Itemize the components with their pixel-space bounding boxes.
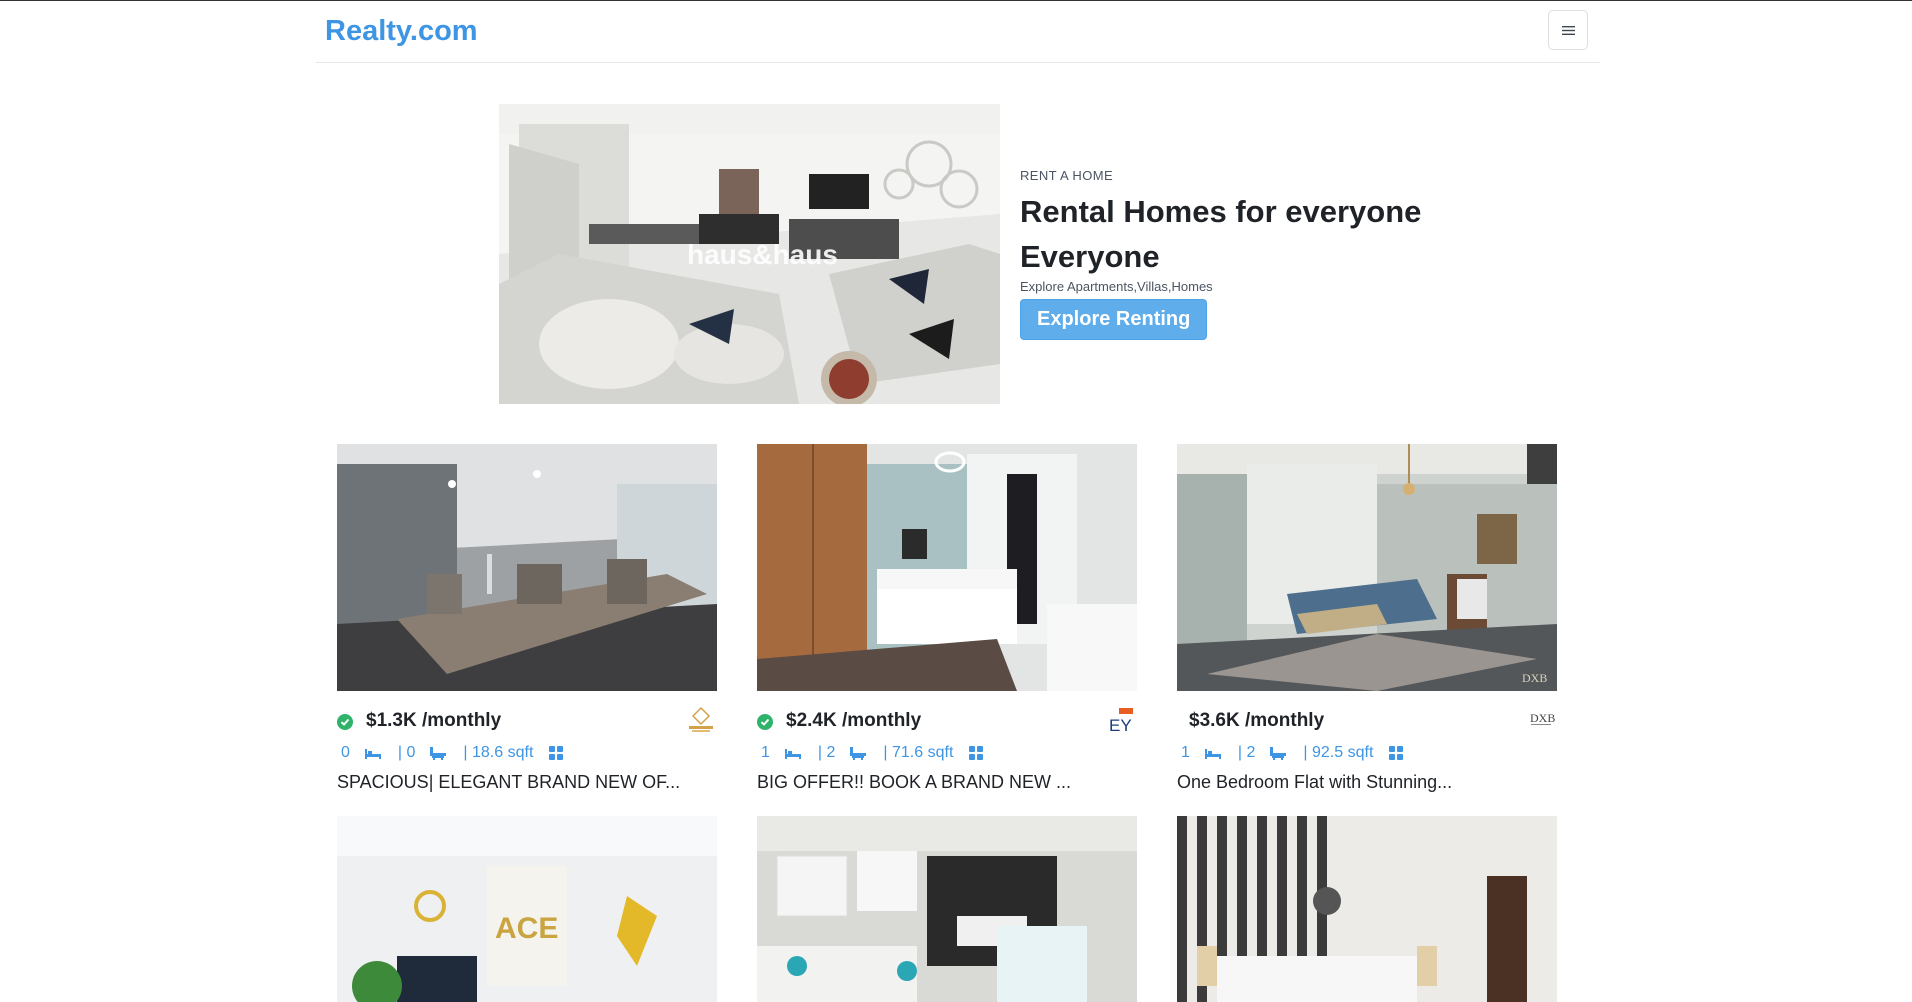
listing-photo[interactable] <box>757 444 1137 691</box>
area-grid-icon <box>549 746 564 760</box>
listing-card[interactable]: $2.4K /monthly EY 1 | 2 | 71.6 sqft BIG … <box>757 444 1137 793</box>
bath-icon <box>850 747 867 760</box>
price-row: $2.4K /monthly EY <box>757 708 1137 734</box>
bedrooms-count: 0 <box>341 744 350 761</box>
svg-text:DXB: DXB <box>1530 711 1555 725</box>
area-size: | 92.5 sqft <box>1303 744 1374 761</box>
bathrooms-count: | 2 <box>817 744 836 761</box>
svg-text:DXB: DXB <box>1522 671 1547 685</box>
bathrooms-count: | 2 <box>1237 744 1256 761</box>
listing-specs: 1 | 2 | 92.5 sqft <box>1177 743 1557 763</box>
listing-photo[interactable] <box>1177 816 1557 1002</box>
area-grid-icon <box>1389 746 1404 760</box>
bedrooms-count: 1 <box>1181 744 1190 761</box>
listing-price: $3.6K /monthly <box>1189 710 1325 731</box>
hero-title: Rental Homes for everyone Everyone <box>1020 189 1440 279</box>
listing-title[interactable]: BIG OFFER!! BOOK A BRAND NEW ... <box>757 772 1137 793</box>
listing-photo[interactable]: ACE <box>337 816 717 1002</box>
menu-toggle-button[interactable] <box>1548 10 1588 50</box>
bedrooms-count: 1 <box>761 744 770 761</box>
brand-logo[interactable]: Realty.com <box>325 15 478 48</box>
listing-title[interactable]: One Bedroom Flat with Stunning... <box>1177 772 1557 793</box>
price-row: $1.3K /monthly <box>337 706 717 734</box>
bathrooms-count: | 0 <box>397 744 416 761</box>
listing-price: $2.4K /monthly <box>786 710 922 731</box>
bath-icon <box>430 747 447 760</box>
svg-text:EY: EY <box>1109 716 1132 734</box>
hero-subtitle: Explore Apartments,Villas,Homes <box>1020 279 1213 294</box>
price-row: $3.6K /monthly DXB <box>1177 710 1557 734</box>
area-size: | 71.6 sqft <box>883 744 954 761</box>
hamburger-menu-icon <box>1561 25 1575 35</box>
area-size: | 18.6 sqft <box>463 744 534 761</box>
agent-logo-icon <box>689 706 713 732</box>
hero-eyebrow: RENT A HOME <box>1020 168 1114 183</box>
verified-check-icon <box>337 714 353 730</box>
hero-text-block: RENT A HOME Rental Homes for everyone Ev… <box>1020 168 1440 340</box>
listing-specs: 0 | 0 | 18.6 sqft <box>337 743 717 763</box>
explore-renting-button[interactable]: Explore Renting <box>1020 299 1208 340</box>
listing-title[interactable]: SPACIOUS| ELEGANT BRAND NEW OF... <box>337 772 717 793</box>
listing-photo[interactable]: DXB <box>1177 444 1557 691</box>
bath-icon <box>1270 747 1287 760</box>
hero-title-line1: Rental Homes for everyone <box>1020 194 1422 229</box>
listing-price: $1.3K /monthly <box>366 710 502 731</box>
listing-card[interactable]: DXB $3.6K /monthly DXB 1 | 2 | 92.5 sqft… <box>1177 444 1557 793</box>
navbar: Realty.com <box>316 1 1600 63</box>
bed-icon <box>364 749 381 759</box>
verified-check-icon <box>757 714 773 730</box>
area-grid-icon <box>969 746 984 760</box>
hero-image-watermark: haus&haus <box>687 239 838 270</box>
listing-photo[interactable] <box>337 444 717 691</box>
ace-watermark: ACE <box>495 912 558 945</box>
hero-image: haus&haus <box>499 104 1000 404</box>
hero-title-line2: Everyone <box>1020 239 1160 274</box>
bed-icon <box>784 749 801 759</box>
listing-card[interactable]: $1.3K /monthly 0 | 0 | 18.6 sqft SPACIOU… <box>337 444 717 793</box>
bed-icon <box>1204 749 1221 759</box>
agent-logo-icon: EY <box>1109 708 1133 734</box>
agent-logo-icon: DXB <box>1530 711 1555 725</box>
listing-specs: 1 | 2 | 71.6 sqft <box>757 743 1137 763</box>
listing-photo[interactable] <box>757 816 1137 1002</box>
